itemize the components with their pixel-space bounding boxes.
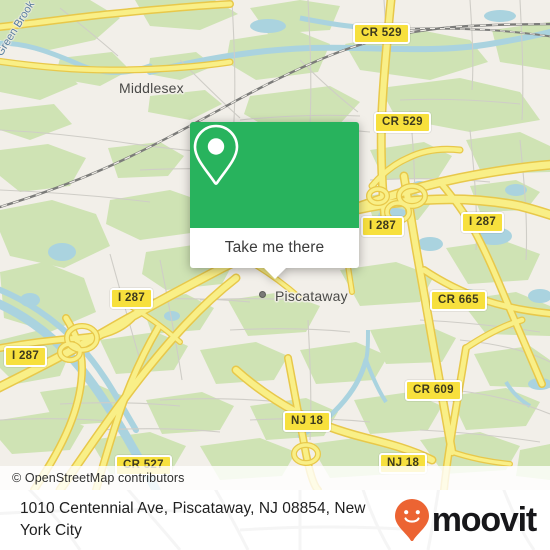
road-shield-i287-southwest[interactable]: I 287 <box>4 346 48 367</box>
take-me-there-label: Take me there <box>224 239 325 256</box>
moovit-smiley-pin-icon <box>394 499 429 541</box>
popup-tail <box>263 268 286 279</box>
moovit-map-screenshot: Middlesex Piscataway Green Brook CR 529 … <box>0 0 550 550</box>
osm-attribution-text[interactable]: © OpenStreetMap contributors <box>0 471 185 485</box>
location-pin-icon <box>193 124 239 185</box>
location-popup-card[interactable]: Take me there <box>190 122 359 279</box>
city-dot-piscataway <box>259 291 266 298</box>
popup-pin-area <box>190 122 359 228</box>
road-shield-cr665[interactable]: CR 665 <box>430 290 487 311</box>
address-text: 1010 Centennial Ave, Piscataway, NJ 0885… <box>0 498 370 542</box>
road-shield-i287-east[interactable]: I 287 <box>461 212 505 233</box>
address-line-1: 1010 Centennial Ave, Piscataway, NJ 0885… <box>20 500 366 517</box>
road-shield-cr609[interactable]: CR 609 <box>405 380 462 401</box>
map-attribution-bar: © OpenStreetMap contributors <box>0 466 550 490</box>
popup-action-area[interactable]: Take me there <box>190 228 359 268</box>
road-shield-i287-center[interactable]: I 287 <box>361 216 405 237</box>
footer-bar: 1010 Centennial Ave, Piscataway, NJ 0885… <box>0 490 550 550</box>
road-shield-nj18-west[interactable]: NJ 18 <box>283 411 332 432</box>
moovit-logo[interactable]: moovit <box>394 498 537 542</box>
road-shield-i287-west[interactable]: I 287 <box>110 288 154 309</box>
road-shield-cr529-north[interactable]: CR 529 <box>353 23 410 44</box>
road-shield-cr529-south[interactable]: CR 529 <box>374 112 431 133</box>
address-line-2: York City <box>20 522 82 539</box>
moovit-wordmark: moovit <box>431 501 537 539</box>
map-canvas[interactable]: Middlesex Piscataway Green Brook CR 529 … <box>0 0 550 490</box>
